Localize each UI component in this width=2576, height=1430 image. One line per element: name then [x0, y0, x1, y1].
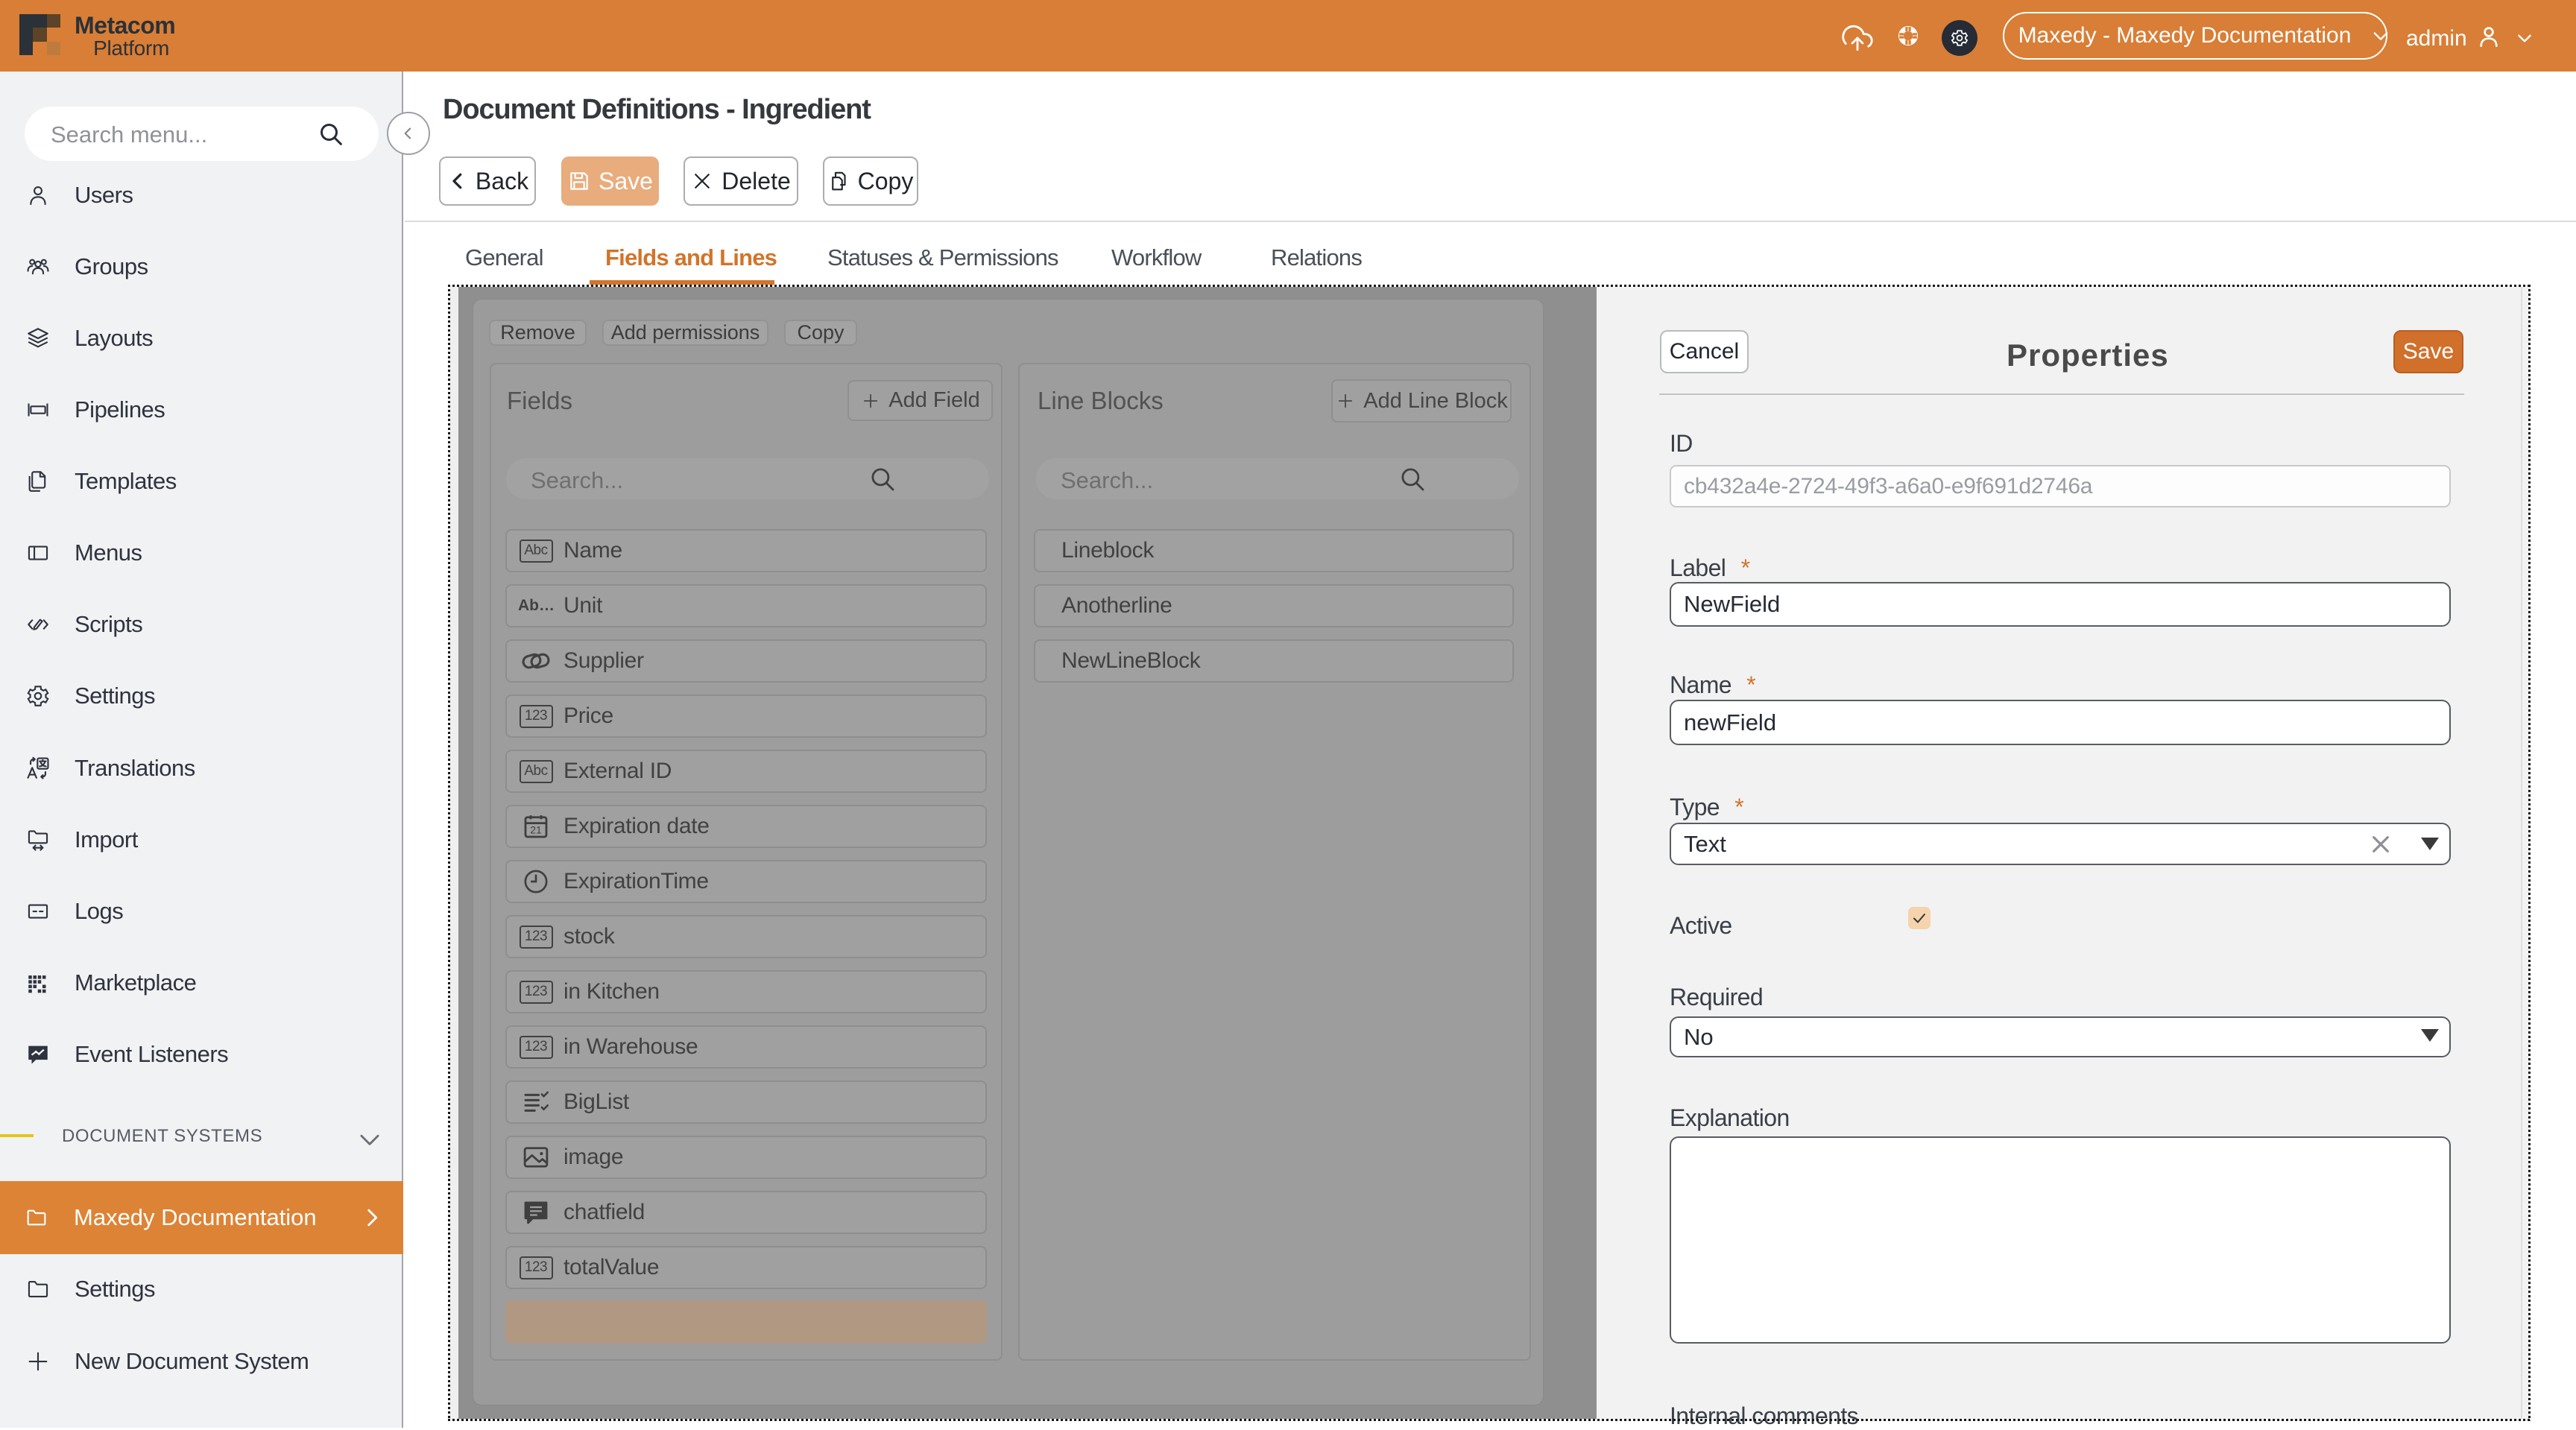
svg-text:21: 21: [530, 824, 542, 836]
